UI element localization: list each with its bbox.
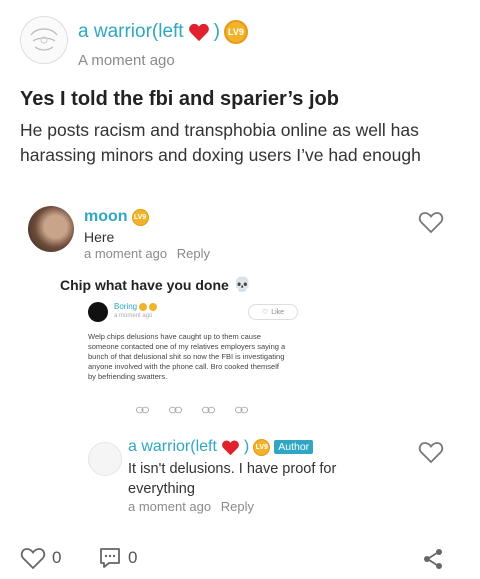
level-badge-icon: LV9	[131, 208, 149, 226]
post-header: a warrior(left ) LV9 A moment ago	[20, 14, 460, 74]
author-avatar[interactable]	[20, 16, 68, 64]
reply-text: It isn't delusions. I have proof for eve…	[128, 461, 337, 497]
red-heart-icon	[222, 440, 239, 455]
link-icon	[235, 406, 248, 414]
like-action[interactable]: 0	[20, 546, 61, 570]
embed-author: Boring	[114, 302, 138, 311]
link-icon	[136, 406, 149, 414]
level-badge-icon: LV9	[253, 438, 271, 456]
like-count: 0	[52, 548, 62, 567]
post-body: He posts racism and transphobia online a…	[20, 120, 421, 165]
reply-author-name-close: )	[243, 438, 250, 455]
comment-bubble-icon[interactable]	[98, 546, 122, 570]
reply-reply-button[interactable]: Reply	[221, 499, 254, 514]
comment-count: 0	[128, 548, 138, 567]
post-timestamp: A moment ago	[78, 52, 175, 69]
post-author-name[interactable]: a warrior(left	[78, 21, 184, 43]
link-icons-row	[136, 406, 248, 414]
post-author-name-close: )	[213, 21, 220, 42]
share-icon[interactable]	[422, 548, 444, 570]
link-icon	[169, 406, 182, 414]
comment-action[interactable]: 0	[98, 546, 137, 570]
embed-timestamp: a moment ago	[114, 313, 153, 319]
embed-like-label: Like	[271, 308, 285, 316]
reply-author-name[interactable]: a warrior(left	[128, 438, 217, 456]
embed-heart-icon: ♡	[261, 309, 269, 316]
post-footer: 0 0	[20, 546, 460, 574]
author-tag: Author	[274, 440, 314, 454]
reply-author-line[interactable]: a warrior(left ) LV9 Author	[128, 438, 314, 456]
reply-meta: a moment ago Reply	[128, 499, 254, 514]
embed-like-pill: ♡ Like	[248, 304, 298, 320]
avatar-sketch-icon	[30, 28, 58, 51]
commenter-name[interactable]: moon	[84, 208, 128, 226]
quote-title: Chip what have you done 💀	[60, 276, 251, 293]
embed-badge-icon	[139, 302, 148, 311]
level-badge-icon: LV9	[223, 20, 248, 44]
reply-like-heart-icon[interactable]	[418, 440, 444, 464]
quote-title-text: Chip what have you done	[60, 276, 229, 293]
red-heart-icon	[188, 23, 209, 42]
post-author-line[interactable]: a warrior(left ) LV9	[78, 20, 248, 44]
comment-meta: a moment ago Reply	[84, 246, 210, 261]
reply-timestamp: a moment ago	[128, 499, 212, 514]
post-title: Yes I told the fbi and sparier’s job	[20, 88, 339, 110]
embed-level-icon	[149, 302, 158, 311]
embed-avatar	[88, 302, 108, 322]
embed-body: Welp chips delusions have caught up to t…	[88, 332, 286, 381]
embed-author-line: Boring	[114, 302, 158, 311]
commenter-name-line[interactable]: moon LV9	[84, 208, 149, 226]
skull-icon: 💀	[233, 276, 252, 292]
comment-timestamp: a moment ago	[84, 246, 168, 261]
reply-avatar[interactable]	[88, 442, 122, 476]
link-icon	[202, 406, 215, 414]
embedded-screenshot: Boring a moment ago ♡ Like Welp chips de…	[88, 300, 318, 420]
heart-outline-icon[interactable]	[20, 546, 46, 570]
comment-text: Here	[84, 229, 115, 245]
commenter-avatar[interactable]	[28, 206, 74, 252]
comment-reply-button[interactable]: Reply	[177, 246, 210, 261]
comment-like-heart-icon[interactable]	[418, 210, 444, 234]
